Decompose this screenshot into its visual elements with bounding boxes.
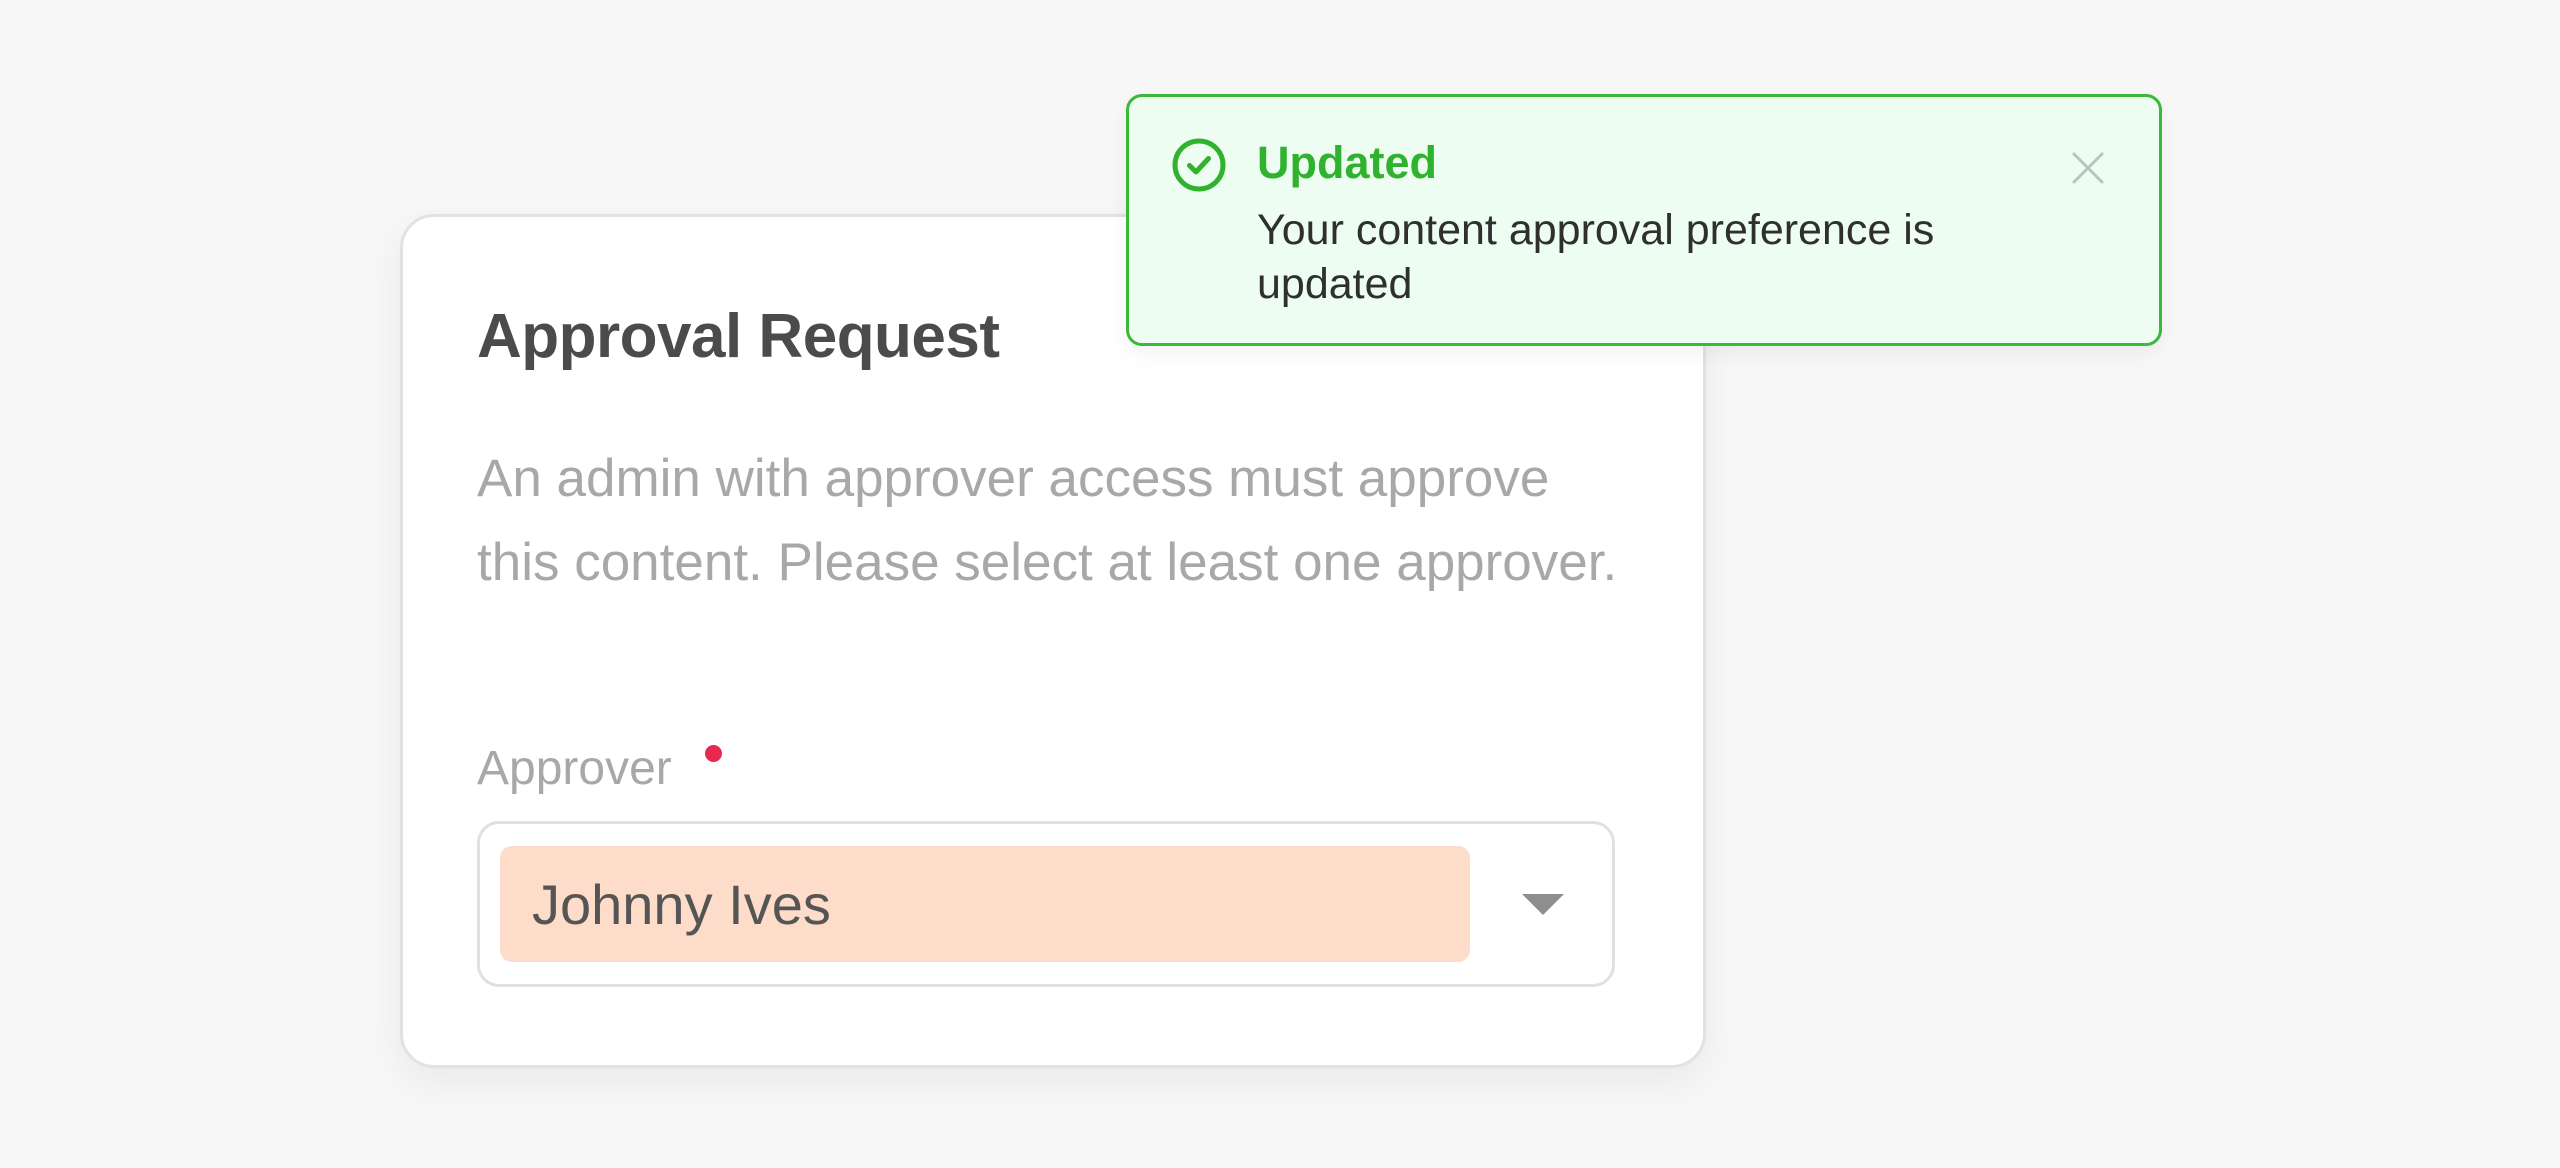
card-title: Approval Request: [477, 302, 1000, 371]
chevron-down-icon[interactable]: [1522, 894, 1564, 915]
selected-approver-chip[interactable]: Johnny Ives: [500, 846, 1470, 962]
approver-select[interactable]: Johnny Ives: [477, 821, 1615, 987]
selected-approver-name: Johnny Ives: [532, 872, 831, 936]
close-icon[interactable]: [2071, 151, 2105, 185]
card-description: An admin with approver access must appro…: [477, 449, 1618, 592]
required-indicator: [705, 745, 722, 762]
check-circle-icon: [1172, 138, 1226, 192]
toast-title: Updated: [1257, 137, 1437, 188]
page: Approval Request An admin with approver …: [0, 0, 2560, 1168]
success-toast: Updated Your content approval preference…: [1126, 94, 2162, 346]
approver-label: Approver: [477, 742, 672, 795]
toast-message: Your content approval preference is upda…: [1257, 206, 1935, 308]
